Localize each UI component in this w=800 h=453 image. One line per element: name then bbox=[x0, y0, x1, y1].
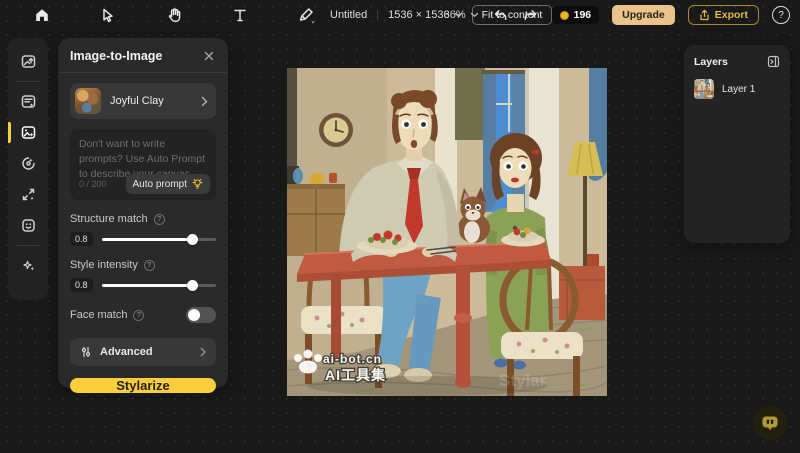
info-icon[interactable]: ? bbox=[144, 260, 155, 271]
select-icon[interactable] bbox=[98, 5, 118, 25]
slider-knob[interactable] bbox=[187, 280, 198, 291]
layers-panel: Layers Layer 1 bbox=[684, 45, 790, 243]
upscale-icon[interactable] bbox=[8, 179, 48, 210]
tool-group bbox=[32, 0, 316, 30]
panel-title: Image-to-Image bbox=[70, 49, 162, 63]
structure-match-label: Structure match ? bbox=[70, 213, 216, 225]
upgrade-button[interactable]: Upgrade bbox=[612, 5, 675, 25]
slider-knob[interactable] bbox=[187, 234, 198, 245]
rail-divider bbox=[17, 245, 39, 246]
layers-title: Layers bbox=[694, 56, 728, 68]
lightbulb-icon bbox=[192, 178, 203, 190]
redo-icon[interactable] bbox=[522, 7, 539, 24]
chevron-right-icon bbox=[200, 347, 206, 357]
character-counter: 0 / 200 bbox=[79, 179, 107, 189]
undo-icon[interactable] bbox=[492, 7, 509, 24]
layer-thumbnail bbox=[694, 79, 714, 99]
image-to-image-icon[interactable] bbox=[8, 117, 48, 148]
style-intensity-label: Style intensity ? bbox=[70, 259, 216, 271]
topbar-right-controls: 36% 196 Upgrade Export ? bbox=[444, 0, 790, 30]
reimagine-icon[interactable] bbox=[8, 148, 48, 179]
export-button[interactable]: Export bbox=[688, 5, 759, 25]
left-tool-rail bbox=[8, 38, 48, 300]
export-icon bbox=[699, 9, 710, 21]
style-intensity-slider[interactable] bbox=[102, 279, 216, 291]
face-match-toggle[interactable] bbox=[186, 307, 216, 323]
style-name: Joyful Clay bbox=[110, 95, 192, 107]
watermark-line2: AI工具集 bbox=[325, 367, 386, 383]
auto-prompt-button[interactable]: Auto prompt bbox=[126, 174, 210, 194]
home-icon[interactable] bbox=[32, 5, 52, 25]
draw-icon[interactable] bbox=[296, 5, 316, 25]
credits-count: 196 bbox=[574, 9, 592, 21]
document-title[interactable]: Untitled bbox=[330, 9, 367, 21]
chevron-down-icon bbox=[470, 12, 479, 18]
info-icon[interactable]: ? bbox=[133, 310, 144, 321]
stylarize-button[interactable]: Stylarize bbox=[70, 378, 216, 393]
structure-match-slider[interactable] bbox=[102, 233, 216, 245]
structure-match-value: 0.8 bbox=[70, 232, 93, 246]
chat-widget-button[interactable] bbox=[753, 406, 787, 440]
chevron-right-icon bbox=[201, 96, 208, 107]
text-to-image-icon[interactable] bbox=[8, 86, 48, 117]
info-icon[interactable]: ? bbox=[154, 214, 165, 225]
advanced-expander[interactable]: Advanced bbox=[70, 338, 216, 366]
credits-badge[interactable]: 196 bbox=[552, 6, 600, 24]
prompt-box: 0 / 200 Auto prompt bbox=[70, 129, 216, 200]
image-to-image-panel: Image-to-Image Joyful Clay 0 / 200 Auto … bbox=[58, 38, 228, 388]
style-thumbnail bbox=[75, 88, 101, 114]
style-selector[interactable]: Joyful Clay bbox=[70, 83, 216, 119]
advanced-label: Advanced bbox=[100, 346, 192, 358]
style-intensity-value: 0.8 bbox=[70, 278, 93, 292]
collapse-panel-icon[interactable] bbox=[767, 55, 780, 68]
divider bbox=[58, 72, 228, 73]
sliders-icon bbox=[80, 346, 92, 358]
face-tools-icon[interactable] bbox=[8, 210, 48, 241]
coin-icon bbox=[560, 11, 569, 20]
separator: | bbox=[376, 9, 379, 21]
watermark-faint: Stylar bbox=[499, 371, 547, 390]
magic-tools-icon[interactable] bbox=[8, 250, 48, 281]
chat-bubble-icon bbox=[759, 412, 781, 434]
hand-icon[interactable] bbox=[164, 5, 184, 25]
zoom-level-dropdown[interactable]: 36% bbox=[444, 9, 479, 21]
top-toolbar: Untitled | 1536 × 1536 Fit to content 36… bbox=[0, 0, 800, 30]
layer-item[interactable]: Layer 1 bbox=[694, 79, 780, 99]
help-button[interactable]: ? bbox=[772, 6, 790, 24]
rail-divider bbox=[17, 81, 39, 82]
canvas-image[interactable]: ai-bot.cn AI工具集 Stylar bbox=[287, 68, 607, 396]
layer-name: Layer 1 bbox=[722, 84, 755, 95]
text-icon[interactable] bbox=[230, 5, 250, 25]
image-upload-icon[interactable] bbox=[8, 46, 48, 77]
face-match-label: Face match ? bbox=[70, 309, 186, 321]
close-icon[interactable] bbox=[202, 49, 216, 63]
watermark-line1: ai-bot.cn bbox=[323, 352, 382, 366]
